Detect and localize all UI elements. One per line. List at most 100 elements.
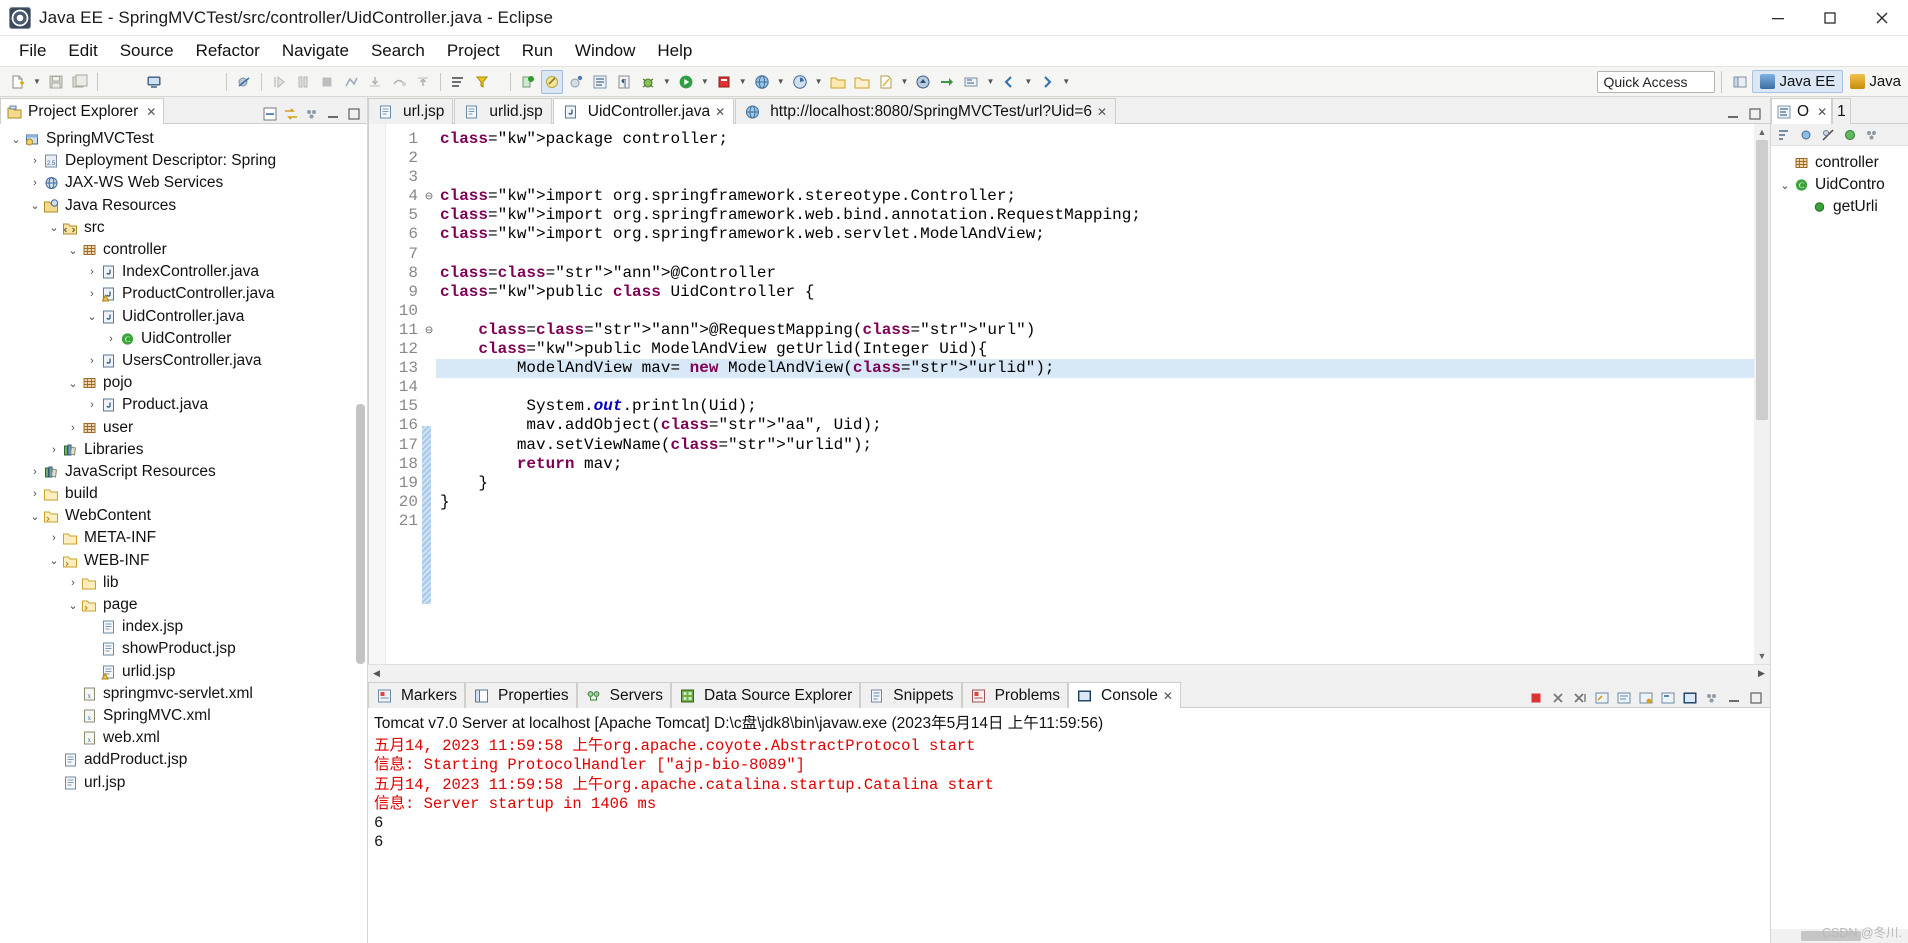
tree-expand-arrow[interactable]: › xyxy=(65,577,81,589)
tree-item[interactable]: url.jsp xyxy=(0,771,367,793)
tree-item[interactable]: x web.xml xyxy=(0,727,367,749)
tree-expand-arrow[interactable]: › xyxy=(27,466,43,478)
code-line[interactable]: } xyxy=(436,474,1770,493)
tree-expand-arrow[interactable]: ⌄ xyxy=(84,310,100,323)
tree-item[interactable]: ⌄ UidController.java xyxy=(0,306,367,328)
tree-item[interactable]: › C UidController xyxy=(0,328,367,350)
fold-marker[interactable] xyxy=(422,245,436,264)
tree-expand-arrow[interactable]: ⌄ xyxy=(65,244,81,257)
code-line[interactable] xyxy=(436,168,1770,187)
bottom-tab[interactable]: Snippets xyxy=(860,682,962,708)
remove-all-icon[interactable] xyxy=(1570,688,1589,707)
fold-marker[interactable] xyxy=(422,340,436,359)
tree-expand-arrow[interactable]: ⌄ xyxy=(27,199,43,212)
suspend-icon[interactable] xyxy=(292,70,314,94)
tab-outline-secondary[interactable]: 1 xyxy=(1832,98,1851,124)
external-tools-dropdown-icon[interactable]: ▼ xyxy=(736,77,750,86)
minimize-button[interactable] xyxy=(1752,0,1804,36)
code-line[interactable]: class="kw">public ModelAndView getUrlid(… xyxy=(436,340,1770,359)
editor-marker-column[interactable] xyxy=(369,124,386,664)
editor-horizontal-scrollbar[interactable]: ◀ ▶ xyxy=(368,664,1770,681)
tree-expand-arrow[interactable]: ⌄ xyxy=(8,133,24,146)
tab-outline[interactable]: O ✕ xyxy=(1771,98,1833,124)
menu-navigate[interactable]: Navigate xyxy=(271,39,360,63)
link-with-editor-icon[interactable] xyxy=(281,104,300,123)
tree-expand-arrow[interactable]: › xyxy=(65,422,81,434)
hide-nonpublic-icon[interactable] xyxy=(1840,125,1859,144)
step-over-icon[interactable] xyxy=(388,70,410,94)
tree-item[interactable]: showProduct.jsp xyxy=(0,638,367,660)
step-return-icon[interactable] xyxy=(412,70,434,94)
resume-icon[interactable] xyxy=(268,70,290,94)
tree-item[interactable]: urlid.jsp xyxy=(0,661,367,683)
terminate-icon[interactable] xyxy=(1526,688,1545,707)
close-button[interactable] xyxy=(1856,0,1908,36)
previous-annotation-icon[interactable] xyxy=(912,70,934,94)
clear-console-icon[interactable] xyxy=(1592,688,1611,707)
menu-search[interactable]: Search xyxy=(360,39,436,63)
tree-item[interactable]: x springmvc-servlet.xml xyxy=(0,683,367,705)
remove-launch-icon[interactable] xyxy=(1548,688,1567,707)
bottom-tab[interactable]: Servers xyxy=(576,682,672,708)
console-output[interactable]: 五月14, 2023 11:59:58 上午org.apache.coyote.… xyxy=(368,735,1770,943)
minimize-view-icon[interactable] xyxy=(323,104,342,123)
new-annotation-icon[interactable] xyxy=(565,70,587,94)
quick-access-input[interactable]: Quick Access xyxy=(1597,70,1716,93)
code-line[interactable]: System.out.println(Uid); xyxy=(436,397,1770,416)
save-all-icon[interactable] xyxy=(69,70,91,94)
editor-vscroll-thumb[interactable] xyxy=(1756,140,1768,420)
tree-expand-arrow[interactable]: › xyxy=(46,532,62,544)
menu-source[interactable]: Source xyxy=(109,39,185,63)
back-menu-icon[interactable]: ▼ xyxy=(1021,77,1035,86)
maximize-editor-icon[interactable] xyxy=(1745,104,1764,123)
code-line[interactable]: class="kw">package controller; xyxy=(436,130,1770,149)
code-line[interactable]: class="kw">public class UidController { xyxy=(436,283,1770,302)
open-perspective-icon[interactable] xyxy=(1729,70,1751,94)
tree-item[interactable]: x SpringMVC.xml xyxy=(0,705,367,727)
maximize-icon[interactable] xyxy=(1746,688,1765,707)
skip-breakpoints-icon[interactable] xyxy=(233,70,255,94)
close-icon[interactable]: ✕ xyxy=(715,105,725,119)
code-line[interactable]: ModelAndView mav= new ModelAndView(class… xyxy=(436,359,1770,379)
hide-fields-icon[interactable] xyxy=(1796,125,1815,144)
menu-file[interactable]: File xyxy=(8,39,57,63)
new-java-package-icon[interactable] xyxy=(517,70,539,94)
project-tree[interactable]: ⌄ SpringMVCTest › 2.5 Deployment Descriptor:… xyxy=(0,124,367,943)
scroll-left-icon[interactable]: ◀ xyxy=(368,665,385,682)
editor-code[interactable]: class="kw">package controller; class="kw… xyxy=(436,124,1770,664)
view-menu-icon[interactable] xyxy=(302,104,321,123)
profile-dropdown-icon[interactable]: ▼ xyxy=(812,77,826,86)
run-dropdown-icon[interactable]: ▼ xyxy=(698,77,712,86)
fold-marker[interactable] xyxy=(422,302,436,321)
code-line[interactable]: class="kw">import org.springframework.we… xyxy=(436,225,1770,244)
tree-expand-arrow[interactable]: › xyxy=(84,288,100,300)
tree-scrollbar[interactable] xyxy=(356,404,365,664)
fold-marker[interactable] xyxy=(422,378,436,397)
fold-marker[interactable] xyxy=(422,264,436,283)
toggle-java-editor-breadcrumb-icon[interactable] xyxy=(589,70,611,94)
maximize-button[interactable] xyxy=(1804,0,1856,36)
menu-window[interactable]: Window xyxy=(564,39,646,63)
collapse-all-icon[interactable] xyxy=(260,104,279,123)
code-line[interactable] xyxy=(436,378,1770,397)
tree-item[interactable]: › Libraries xyxy=(0,439,367,461)
fold-marker[interactable] xyxy=(422,397,436,416)
editor-tab[interactable]: url.jsp xyxy=(368,98,454,124)
fold-marker[interactable] xyxy=(422,359,436,378)
tab-project-explorer[interactable]: Project Explorer ✕ xyxy=(0,98,165,124)
back-icon[interactable] xyxy=(998,70,1020,94)
scroll-right-icon[interactable]: ▶ xyxy=(1753,665,1770,682)
fold-marker[interactable] xyxy=(422,168,436,187)
minimize-icon[interactable] xyxy=(1724,688,1743,707)
pilcrow-icon[interactable]: ¶ xyxy=(613,70,635,94)
bottom-tab[interactable]: Console ✕ xyxy=(1068,682,1181,708)
fold-marker[interactable] xyxy=(422,206,436,225)
tree-expand-arrow[interactable]: › xyxy=(27,488,43,500)
open-type-icon[interactable] xyxy=(447,70,469,94)
hide-static-icon[interactable] xyxy=(1818,125,1837,144)
code-line[interactable]: class="kw">import org.springframework.st… xyxy=(436,187,1770,206)
close-icon[interactable]: ✕ xyxy=(1163,689,1173,703)
bottom-tab[interactable]: Problems xyxy=(961,682,1069,708)
tree-item[interactable]: › META-INF xyxy=(0,527,367,549)
menu-refactor[interactable]: Refactor xyxy=(185,39,271,63)
